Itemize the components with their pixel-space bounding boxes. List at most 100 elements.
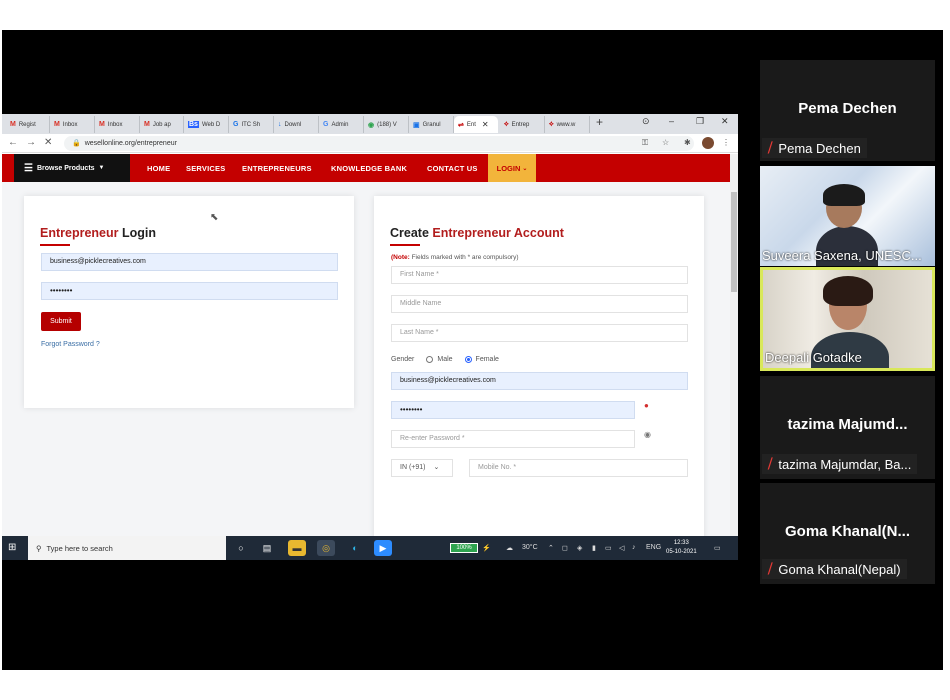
browse-products-button[interactable]: ☰ Browse Products ▼ bbox=[14, 154, 130, 182]
battery-icon[interactable]: ▭ bbox=[605, 544, 612, 552]
participant-name-large: tazima Majumd... bbox=[787, 416, 908, 433]
male-radio[interactable] bbox=[426, 356, 434, 363]
forgot-password-link[interactable]: Forgot Password ? bbox=[41, 341, 100, 348]
title-underline bbox=[390, 244, 420, 246]
browser-tab[interactable]: ◉ (188) V bbox=[364, 116, 409, 133]
nav-home[interactable]: HOME bbox=[147, 164, 170, 173]
minimize-icon[interactable]: – bbox=[669, 116, 674, 126]
browser-tab[interactable]: ↓ Downl bbox=[274, 116, 319, 133]
search-icon: ⚲ bbox=[36, 543, 42, 553]
menu-icon[interactable]: ⋮ bbox=[722, 138, 730, 147]
task-view-icon[interactable]: ○ bbox=[232, 540, 250, 556]
profile-avatar[interactable] bbox=[702, 137, 714, 149]
hamburger-icon: ☰ bbox=[24, 162, 33, 174]
language-indicator[interactable]: ENG bbox=[646, 544, 661, 551]
eye-icon[interactable]: ◉ bbox=[644, 430, 651, 439]
notifications-icon[interactable]: ▭ bbox=[714, 544, 721, 552]
temperature: 30°C bbox=[522, 544, 538, 551]
nav-services[interactable]: SERVICES bbox=[186, 164, 225, 173]
browser-tab[interactable]: M Regist bbox=[6, 116, 50, 133]
volume-icon[interactable]: ◁ bbox=[619, 544, 624, 552]
participant-video[interactable]: Suveera Saxena, UNESC... bbox=[760, 166, 935, 266]
create-title: Create Entrepreneur Account bbox=[390, 226, 564, 240]
browser-tab-bar: M Regist M Inbox M Inbox M Job ap Bs Web D GI… bbox=[2, 114, 738, 134]
clock[interactable]: 12:33 05-10-2021 bbox=[666, 539, 697, 557]
star-icon[interactable]: ☆ bbox=[662, 138, 669, 147]
browser-tab[interactable]: ▣ Granul bbox=[409, 116, 454, 133]
stop-icon[interactable]: ✕ bbox=[44, 137, 52, 148]
close-tab-icon[interactable]: ✕ bbox=[482, 120, 489, 129]
url-field[interactable]: 🔒 wesellonline.org/entrepreneur bbox=[64, 136, 694, 151]
tray-app-icon[interactable]: ◻ bbox=[562, 544, 568, 552]
video-person bbox=[823, 184, 865, 206]
taskbar-search[interactable]: ⚲ Type here to search bbox=[28, 536, 226, 560]
speaker-icon[interactable]: ♪ bbox=[632, 544, 636, 551]
login-password-input[interactable]: •••••••• bbox=[41, 282, 338, 300]
tray-up-icon[interactable]: ⌃ bbox=[548, 544, 554, 552]
create-account-card: Create Entrepreneur Account (Note: Field… bbox=[374, 196, 704, 536]
title-underline bbox=[40, 244, 70, 246]
cloud-icon: ☁ bbox=[506, 545, 513, 552]
video-person bbox=[823, 276, 873, 306]
usb-icon[interactable]: ▮ bbox=[592, 544, 596, 552]
windows-taskbar: ⊞ ⚲ Type here to search ○ ▤ ▬ ◎ ◐ ▶ 100% … bbox=[2, 536, 738, 560]
scroll-thumb[interactable] bbox=[731, 192, 737, 292]
chrome-icon[interactable]: ◎ bbox=[317, 540, 335, 556]
participant-name-large: Pema Dechen bbox=[798, 100, 897, 117]
mic-off-icon: ⧸ bbox=[768, 561, 773, 576]
edge-icon[interactable]: ◐ bbox=[346, 540, 364, 556]
new-tab-icon[interactable]: + bbox=[596, 115, 603, 129]
key-icon[interactable]: ⚿ bbox=[642, 138, 648, 148]
windows-start-icon[interactable]: ⊞ bbox=[8, 542, 16, 553]
compulsory-note: (Note: Fields marked with * are compulso… bbox=[391, 254, 519, 261]
nav-knowledge-bank[interactable]: KNOWLEDGE BANK bbox=[331, 164, 407, 173]
nav-login[interactable]: LOGIN ⌄ bbox=[488, 154, 536, 182]
browser-tab[interactable]: ⟡ Entrep bbox=[500, 116, 545, 133]
login-email-input[interactable]: business@picklecreatives.com bbox=[41, 253, 338, 271]
restore-icon[interactable]: ❐ bbox=[696, 116, 704, 127]
mobile-field[interactable]: Mobile No. * bbox=[469, 459, 688, 477]
caret-down-icon: ▼ bbox=[98, 165, 105, 171]
site-navbar: ☰ Browse Products ▼ HOME SERVICES ENTREPRE… bbox=[2, 154, 730, 182]
file-explorer-icon[interactable]: ▬ bbox=[288, 540, 306, 556]
forward-icon[interactable]: → bbox=[26, 137, 36, 148]
first-name-field[interactable]: First Name * bbox=[391, 266, 688, 284]
charging-icon: ⚡ bbox=[482, 545, 491, 552]
country-code-select[interactable]: IN (+91) ⌄ bbox=[391, 459, 453, 477]
page-content: Entrepreneur Login business@picklecreati… bbox=[2, 182, 730, 536]
last-name-field[interactable]: Last Name * bbox=[391, 324, 688, 342]
mic-off-icon: ⧸ bbox=[768, 456, 773, 471]
browser-tab[interactable]: M Inbox bbox=[95, 116, 140, 133]
participant-label: ⧸ Goma Khanal(Nepal) bbox=[762, 559, 907, 579]
browser-tab[interactable]: G ITC Sh bbox=[229, 116, 274, 133]
browser-tab-active[interactable]: ⇌ Ent ✕ bbox=[454, 116, 498, 133]
widgets-icon[interactable]: ▤ bbox=[258, 540, 276, 556]
nav-entrepreneurs[interactable]: ENTREPRENEURS bbox=[242, 164, 312, 173]
participant-tile[interactable]: Pema Dechen ⧸ Pema Dechen bbox=[760, 60, 935, 161]
submit-button[interactable]: Submit bbox=[41, 312, 81, 331]
zoom-icon[interactable]: ▶ bbox=[374, 540, 392, 556]
create-password-field[interactable]: •••••••• bbox=[391, 401, 635, 419]
reenter-password-field[interactable]: Re-enter Password * bbox=[391, 430, 635, 448]
browser-tab[interactable]: G Admin bbox=[319, 116, 364, 133]
battery-indicator: 100% bbox=[450, 543, 478, 553]
tab-search-icon[interactable]: ⊙ bbox=[642, 116, 650, 127]
create-email-field[interactable]: business@picklecreatives.com bbox=[391, 372, 688, 390]
nav-contact-us[interactable]: CONTACT US bbox=[427, 164, 478, 173]
page-scrollbar[interactable] bbox=[730, 154, 738, 536]
middle-name-field[interactable]: Middle Name bbox=[391, 295, 688, 313]
tray-app-icon[interactable]: ◈ bbox=[577, 544, 582, 552]
participant-tile[interactable]: Goma Khanal(N... ⧸ Goma Khanal(Nepal) bbox=[760, 483, 935, 584]
extensions-icon[interactable]: ✱ bbox=[684, 138, 691, 147]
participant-video-active[interactable]: Deepali Gotadke bbox=[760, 267, 935, 371]
lock-icon: 🔒 bbox=[72, 140, 81, 147]
browser-tab[interactable]: Bs Web D bbox=[184, 116, 229, 133]
participant-label: Suveera Saxena, UNESC... bbox=[762, 248, 922, 263]
browser-tab[interactable]: M Inbox bbox=[50, 116, 95, 133]
back-icon[interactable]: ← bbox=[8, 137, 18, 148]
browser-tab[interactable]: ⟡ www.w bbox=[545, 116, 590, 133]
close-window-icon[interactable]: ✕ bbox=[721, 116, 729, 127]
female-radio[interactable] bbox=[464, 356, 472, 363]
participant-tile[interactable]: tazima Majumd... ⧸ tazima Majumdar, Ba... bbox=[760, 376, 935, 479]
browser-tab[interactable]: M Job ap bbox=[140, 116, 184, 133]
